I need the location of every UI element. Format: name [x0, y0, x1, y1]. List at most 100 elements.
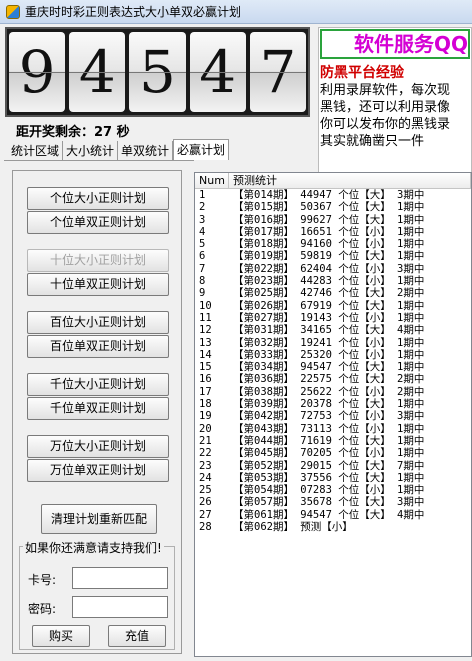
row-prediction: 【第034期】 94547 个位【大】 1期中 — [233, 361, 425, 374]
buy-button[interactable]: 购买 — [32, 625, 90, 647]
table-row[interactable]: 23 【第052期】 29015 个位【大】 7期中 — [195, 460, 471, 472]
shi-odd-even-plan-button[interactable]: 十位单双正则计划 — [27, 273, 169, 296]
row-number: 17 — [199, 385, 212, 398]
shi-big-small-plan-button[interactable]: 十位大小正则计划 — [27, 249, 169, 272]
table-row[interactable]: 27 【第061期】 94547 个位【大】 4期中 — [195, 509, 471, 521]
wan-odd-even-plan-button[interactable]: 万位单双正则计划 — [27, 459, 169, 482]
column-header-prediction[interactable]: 预测统计 — [229, 173, 471, 188]
row-prediction: 【第054期】 07283 个位【小】 1期中 — [233, 484, 425, 497]
card-number-input[interactable] — [72, 567, 168, 589]
row-prediction: 【第033期】 25320 个位【小】 1期中 — [233, 348, 425, 361]
password-label: 密码: — [28, 602, 57, 616]
table-row[interactable]: 12 【第031期】 34165 个位【大】 4期中 — [195, 324, 471, 336]
row-prediction: 【第031期】 34165 个位【大】 4期中 — [233, 324, 425, 337]
row-prediction: 【第019期】 59819 个位【大】 1期中 — [233, 250, 425, 263]
qian-odd-even-plan-button[interactable]: 千位单双正则计划 — [27, 397, 169, 420]
qian-big-small-plan-button[interactable]: 千位大小正则计划 — [27, 373, 169, 396]
table-row[interactable]: 16 【第036期】 22575 个位【大】 2期中 — [195, 373, 471, 385]
row-prediction: 【第062期】 预测【小】 — [233, 521, 353, 534]
row-number: 10 — [199, 299, 212, 312]
support-group: 如果你还满意请支持我们! 卡号: 密码: 购买 充值 — [19, 539, 175, 650]
row-number: 9 — [199, 287, 206, 300]
row-prediction: 【第014期】 44947 个位【大】 3期中 — [233, 189, 425, 201]
password-input[interactable] — [72, 596, 168, 618]
bai-big-small-plan-button[interactable]: 百位大小正则计划 — [27, 311, 169, 334]
row-number: 13 — [199, 336, 212, 349]
tab-stats-area[interactable]: 统计区域 — [8, 141, 64, 160]
row-prediction: 【第039期】 20378 个位【大】 1期中 — [233, 398, 425, 411]
ge-odd-even-plan-button[interactable]: 个位单双正则计划 — [27, 211, 169, 234]
tab-divider — [4, 160, 194, 161]
table-row[interactable]: 26 【第057期】 35678 个位【大】 3期中 — [195, 496, 471, 508]
list-header: Num 预测统计 — [195, 173, 471, 189]
row-prediction: 【第036期】 22575 个位【大】 2期中 — [233, 373, 425, 386]
table-row[interactable]: 9 【第025期】 42746 个位【大】 2期中 — [195, 287, 471, 299]
row-prediction: 【第052期】 29015 个位【大】 7期中 — [233, 459, 425, 472]
card-label: 卡号: — [28, 573, 57, 587]
row-number: 24 — [199, 471, 212, 484]
table-row[interactable]: 11 【第027期】 19143 个位【小】 1期中 — [195, 312, 471, 324]
rematch-plan-button[interactable]: 清理计划重新匹配 — [41, 504, 157, 534]
row-prediction: 【第043期】 73113 个位【小】 1期中 — [233, 422, 425, 435]
ad-line: 利用录屏软件，每次现 — [320, 83, 451, 98]
row-number: 7 — [199, 262, 206, 275]
row-number: 14 — [199, 348, 212, 361]
support-legend: 如果你还满意请支持我们! — [23, 539, 164, 556]
row-prediction: 【第023期】 44283 个位【小】 1期中 — [233, 275, 425, 288]
prediction-list[interactable]: Num 预测统计 1 【第014期】 44947 个位【大】 3期中 2 【第015期… — [194, 172, 472, 657]
tab-big-small-stats[interactable]: 大小统计 — [63, 141, 119, 160]
table-row[interactable]: 22 【第045期】 70205 个位【小】 1期中 — [195, 447, 471, 459]
row-number: 8 — [199, 275, 206, 288]
table-row[interactable]: 25 【第054期】 07283 个位【小】 1期中 — [195, 484, 471, 496]
row-number: 5 — [199, 238, 206, 251]
table-row[interactable]: 19 【第042期】 72753 个位【小】 3期中 — [195, 410, 471, 422]
ad-body: 利用录屏软件，每次现 黑钱，还可以利用录像 你可以发布你的黑钱录 其实就确凿只一… — [319, 82, 471, 150]
row-prediction: 【第022期】 62404 个位【小】 3期中 — [233, 262, 425, 275]
row-prediction: 【第017期】 16651 个位【小】 1期中 — [233, 225, 425, 238]
table-row[interactable]: 3 【第016期】 99627 个位【大】 1期中 — [195, 214, 471, 226]
wan-big-small-plan-button[interactable]: 万位大小正则计划 — [27, 435, 169, 458]
table-row[interactable]: 7 【第022期】 62404 个位【小】 3期中 — [195, 263, 471, 275]
row-prediction: 【第044期】 71619 个位【大】 1期中 — [233, 434, 425, 447]
row-prediction: 【第016期】 99627 个位【大】 1期中 — [233, 213, 425, 226]
table-row[interactable]: 8 【第023期】 44283 个位【小】 1期中 — [195, 275, 471, 287]
app-icon — [6, 4, 20, 19]
table-row[interactable]: 15 【第034期】 94547 个位【大】 1期中 — [195, 361, 471, 373]
row-number: 1 — [199, 189, 206, 201]
table-row[interactable]: 1 【第014期】 44947 个位【大】 3期中 — [195, 189, 471, 201]
row-number: 23 — [199, 459, 212, 472]
table-row[interactable]: 10 【第026期】 67919 个位【大】 1期中 — [195, 300, 471, 312]
row-number: 28 — [199, 521, 212, 534]
row-prediction: 【第042期】 72753 个位【小】 3期中 — [233, 410, 425, 423]
table-row[interactable]: 20 【第043期】 73113 个位【小】 1期中 — [195, 423, 471, 435]
row-number: 27 — [199, 508, 212, 521]
ad-line: 黑钱，还可以利用录像 — [320, 100, 451, 115]
tab-odd-even-stats[interactable]: 单双统计 — [118, 141, 174, 160]
ad-header: 软件服务QQ — [320, 29, 470, 59]
table-row[interactable]: 6 【第019期】 59819 个位【大】 1期中 — [195, 250, 471, 262]
table-row[interactable]: 21 【第044期】 71619 个位【大】 1期中 — [195, 435, 471, 447]
table-row[interactable]: 5 【第018期】 94160 个位【小】 1期中 — [195, 238, 471, 250]
table-row[interactable]: 18 【第039期】 20378 个位【大】 1期中 — [195, 398, 471, 410]
window-title: 重庆时时彩正则表达式大小单双必赢计划 — [25, 5, 242, 19]
table-row[interactable]: 2 【第015期】 50367 个位【大】 1期中 — [195, 201, 471, 213]
row-number: 6 — [199, 250, 206, 263]
table-row[interactable]: 28 【第062期】 预测【小】 — [195, 521, 471, 533]
row-number: 18 — [199, 398, 212, 411]
table-row[interactable]: 13 【第032期】 19241 个位【小】 1期中 — [195, 337, 471, 349]
bai-odd-even-plan-button[interactable]: 百位单双正则计划 — [27, 335, 169, 358]
row-number: 19 — [199, 410, 212, 423]
ad-panel: 软件服务QQ 防黑平台经验 利用录屏软件，每次现 黑钱，还可以利用录像 你可以发… — [318, 27, 472, 192]
row-number: 12 — [199, 324, 212, 337]
table-row[interactable]: 4 【第017期】 16651 个位【小】 1期中 — [195, 226, 471, 238]
tab-win-plan[interactable]: 必赢计划 — [173, 139, 230, 160]
row-number: 15 — [199, 361, 212, 374]
table-row[interactable]: 17 【第038期】 25622 个位【小】 2期中 — [195, 386, 471, 398]
table-row[interactable]: 24 【第053期】 37556 个位【大】 1期中 — [195, 472, 471, 484]
column-header-num[interactable]: Num — [195, 173, 229, 188]
list-rows: 1 【第014期】 44947 个位【大】 3期中 2 【第015期】 50367 个… — [195, 189, 471, 533]
table-row[interactable]: 14 【第033期】 25320 个位【小】 1期中 — [195, 349, 471, 361]
row-prediction: 【第038期】 25622 个位【小】 2期中 — [233, 385, 425, 398]
ge-big-small-plan-button[interactable]: 个位大小正则计划 — [27, 187, 169, 210]
recharge-button[interactable]: 充值 — [108, 625, 166, 647]
